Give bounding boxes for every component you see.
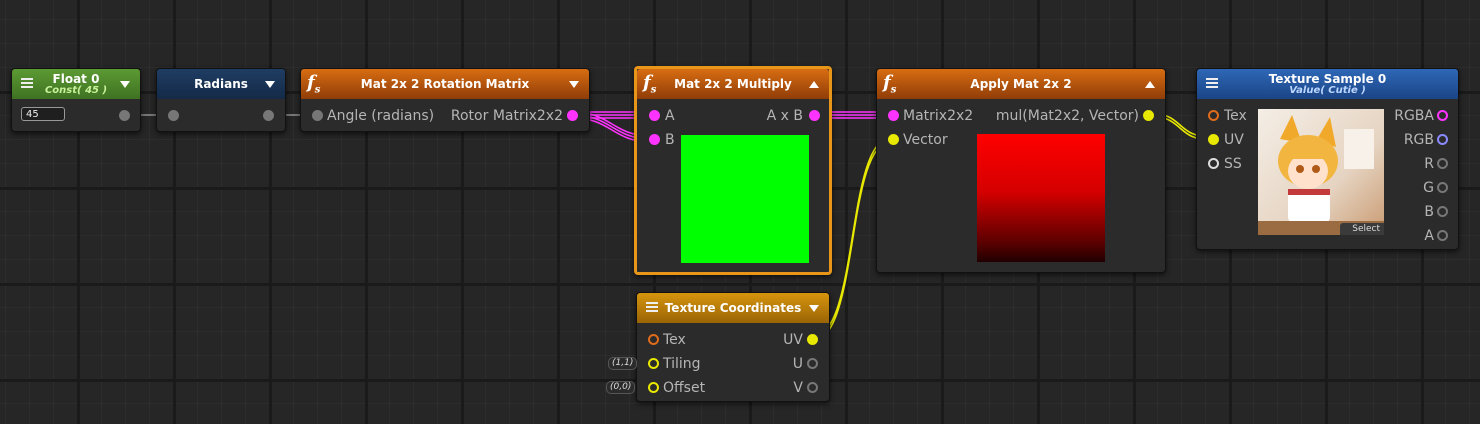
multiply-header[interactable]: fs Mat 2x 2 Multiply (637, 69, 829, 99)
rotor-output-label: Rotor Matrix2x2 (450, 108, 563, 124)
mul-output-port[interactable] (1143, 110, 1154, 121)
angle-input-port[interactable] (312, 110, 323, 121)
float-node[interactable]: Float 0 Const( 45 ) 45 (11, 68, 141, 132)
radians-node[interactable]: Radians (156, 68, 286, 132)
u-output-port[interactable] (807, 358, 818, 369)
a-input-port[interactable] (649, 110, 660, 121)
ss-input-label: SS (1224, 156, 1242, 172)
axb-output-label: A x B (766, 108, 803, 124)
tex-input-port[interactable] (1208, 110, 1219, 121)
float-value-input[interactable]: 45 (21, 107, 65, 121)
dropdown-arrow-icon[interactable] (569, 81, 579, 88)
float-node-header[interactable]: Float 0 Const( 45 ) (12, 69, 140, 99)
tiling-input-label: Tiling (663, 356, 701, 372)
uv-output-port[interactable] (807, 334, 818, 345)
axb-output-port[interactable] (809, 110, 820, 121)
select-texture-button[interactable]: Select (1340, 223, 1384, 235)
u-output-label: U (792, 356, 803, 372)
ss-input-port[interactable] (1208, 158, 1219, 169)
rgba-output-port[interactable] (1437, 110, 1448, 121)
uv-output-label: UV (783, 332, 803, 348)
float-output-port[interactable] (119, 110, 130, 121)
character-image (1258, 115, 1384, 235)
v-output-label: V (793, 380, 803, 396)
mul-output-label: mul(Mat2x2, Vector) (995, 108, 1139, 124)
r-output-label: R (1424, 156, 1434, 172)
g-output-label: G (1423, 180, 1434, 196)
r-output-port[interactable] (1437, 158, 1448, 169)
radians-input-port[interactable] (168, 110, 179, 121)
v-output-port[interactable] (807, 382, 818, 393)
b-output-port[interactable] (1437, 206, 1448, 217)
tiling-input-port[interactable] (648, 358, 659, 369)
vector-input-port[interactable] (888, 134, 899, 145)
collapse-arrow-icon[interactable] (1145, 81, 1155, 88)
apply-matrix-node[interactable]: fs Apply Mat 2x 2 Matrix2x2 Vector mul(M… (876, 68, 1166, 273)
rotation-matrix-title: Mat 2x 2 Rotation Matrix (360, 77, 530, 91)
texture-coordinates-header[interactable]: Texture Coordinates (637, 293, 829, 323)
tiling-default-badge[interactable]: (1,1) (608, 357, 638, 370)
radians-output-port[interactable] (263, 110, 274, 121)
rgb-output-port[interactable] (1437, 134, 1448, 145)
rotation-matrix-node[interactable]: fs Mat 2x 2 Rotation Matrix Angle (radia… (300, 68, 590, 132)
tc-tex-input-label: Tex (663, 332, 686, 348)
rotation-matrix-header[interactable]: fs Mat 2x 2 Rotation Matrix (301, 69, 589, 99)
texture-sample-title: Texture Sample 0 (1268, 72, 1387, 86)
multiply-title: Mat 2x 2 Multiply (674, 77, 792, 91)
apply-matrix-header[interactable]: fs Apply Mat 2x 2 (877, 69, 1165, 99)
matrix-input-port[interactable] (888, 110, 899, 121)
tex-input-label: Tex (1224, 108, 1247, 124)
texture-sample-header[interactable]: Texture Sample 0 Value( Cutie ) (1197, 69, 1458, 99)
texture-sample-node[interactable]: Texture Sample 0 Value( Cutie ) Tex UV S… (1196, 68, 1459, 250)
b-input-port[interactable] (649, 134, 660, 145)
collapse-arrow-icon[interactable] (809, 81, 819, 88)
b-output-label: B (1424, 204, 1434, 220)
vector-input-label: Vector (903, 132, 948, 148)
texture-coordinates-node[interactable]: Texture Coordinates Tex Tiling Offset UV… (636, 292, 830, 402)
uv-input-label: UV (1224, 132, 1244, 148)
b-input-label: B (665, 132, 675, 148)
a-output-port[interactable] (1437, 230, 1448, 241)
texture-coordinates-title: Texture Coordinates (664, 301, 802, 315)
matrix-input-label: Matrix2x2 (903, 108, 974, 124)
offset-input-label: Offset (663, 380, 706, 396)
multiply-node[interactable]: fs Mat 2x 2 Multiply A B A x B (634, 66, 832, 275)
uv-input-port[interactable] (1208, 134, 1219, 145)
angle-input-label: Angle (radians) (327, 108, 435, 124)
apply-matrix-preview (977, 134, 1105, 262)
offset-default-badge[interactable]: (0,0) (606, 381, 636, 394)
tc-tex-input-port[interactable] (648, 334, 659, 345)
rgb-output-label: RGB (1403, 132, 1434, 148)
dropdown-arrow-icon[interactable] (809, 305, 819, 312)
a-input-label: A (665, 108, 675, 124)
g-output-port[interactable] (1437, 182, 1448, 193)
apply-matrix-title: Apply Mat 2x 2 (970, 77, 1072, 91)
rgba-output-label: RGBA (1394, 108, 1434, 124)
rotor-output-port[interactable] (567, 110, 578, 121)
a-output-label: A (1424, 228, 1434, 244)
offset-input-port[interactable] (648, 382, 659, 393)
dropdown-arrow-icon[interactable] (265, 81, 275, 88)
texture-sample-subtitle: Value( Cutie ) (1289, 85, 1366, 96)
radians-node-header[interactable]: Radians (157, 69, 285, 99)
dropdown-arrow-icon[interactable] (120, 81, 130, 88)
multiply-preview (681, 135, 809, 263)
texture-preview: Select (1258, 109, 1384, 235)
